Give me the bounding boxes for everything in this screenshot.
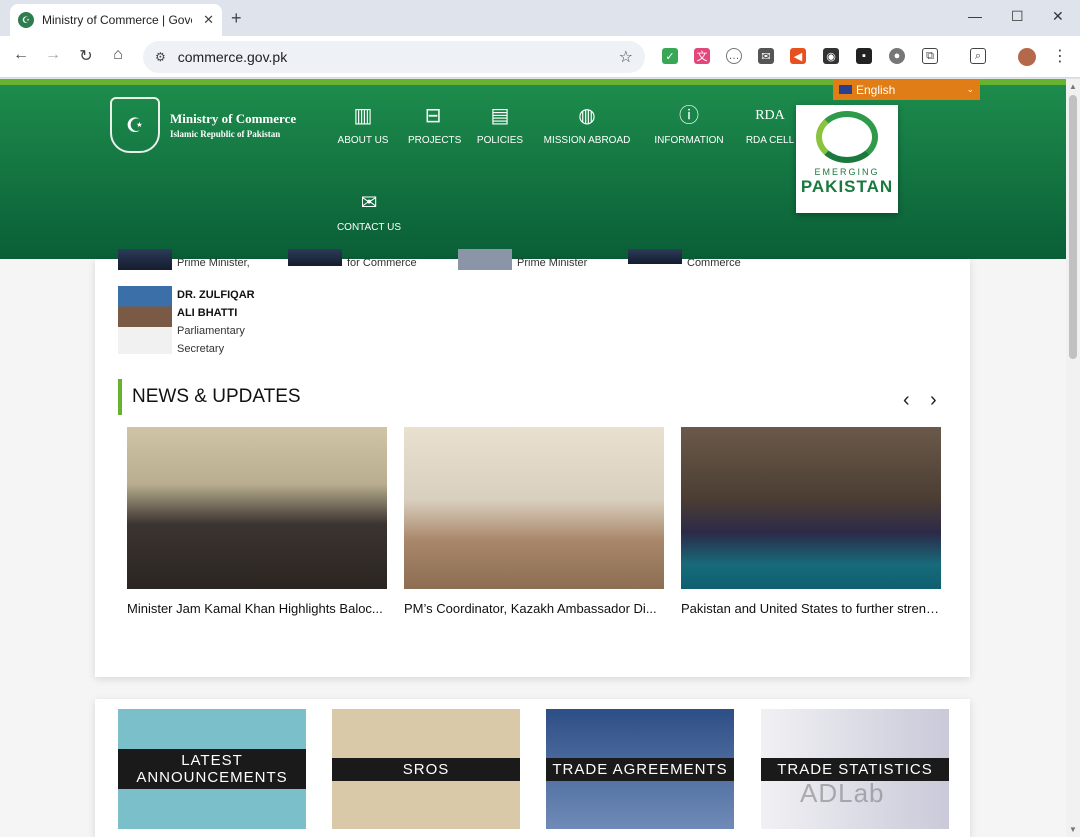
news-image bbox=[127, 427, 387, 589]
sros-tile[interactable]: SROS bbox=[332, 709, 520, 829]
news-heading: NEWS & UPDATES bbox=[118, 379, 301, 415]
site-header: ☪ Ministry of Commerce Islamic Republic … bbox=[0, 79, 1066, 259]
nav-rda-cell[interactable]: RDA RDA CELL bbox=[744, 103, 796, 146]
nav-policies[interactable]: ▤ POLICIES bbox=[475, 103, 525, 146]
minimize-button[interactable]: — bbox=[968, 8, 982, 24]
news-caption: Pakistan and United States to further st… bbox=[681, 601, 939, 616]
trade-agreements-tile[interactable]: TRADE AGREEMENTS bbox=[546, 709, 734, 829]
swirl-logo-icon bbox=[816, 111, 878, 163]
home-icon[interactable]: ⌂ bbox=[107, 46, 129, 64]
leader-photo bbox=[628, 249, 682, 264]
tab-title: Ministry of Commerce | Gove bbox=[42, 13, 192, 27]
browser-menu-icon[interactable]: ⋮ bbox=[1052, 48, 1068, 65]
logo-subtitle: Islamic Republic of Pakistan bbox=[170, 129, 281, 139]
new-tab-button[interactable]: + bbox=[231, 8, 242, 29]
uk-flag-icon bbox=[839, 85, 852, 94]
back-icon[interactable]: ← bbox=[10, 46, 32, 64]
news-image bbox=[681, 427, 941, 589]
leader-photo bbox=[288, 249, 342, 266]
nav-projects[interactable]: ⊟ PROJECTS bbox=[408, 103, 461, 146]
window-close-button[interactable]: ✕ bbox=[1052, 8, 1064, 25]
news-card[interactable]: PM’s Coordinator, Kazakh Ambassador Di..… bbox=[404, 427, 664, 616]
globe-icon: ◍ bbox=[578, 105, 596, 127]
tab-strip: ☪ Ministry of Commerce | Gove ✕ + — ☐ ✕ bbox=[0, 0, 1080, 36]
briefcase-icon: ⊟ bbox=[424, 105, 442, 127]
rda-icon: RDA bbox=[755, 108, 785, 123]
shield-extension-icon[interactable]: ✓ bbox=[662, 48, 678, 64]
url-text: commerce.gov.pk bbox=[177, 49, 288, 65]
nav-mission-abroad[interactable]: ◍ MISSION ABROAD bbox=[542, 103, 632, 146]
envelope-icon: ✉ bbox=[360, 192, 378, 214]
tab-close-icon[interactable]: ✕ bbox=[203, 12, 214, 28]
megaphone-extension-icon[interactable]: ◀ bbox=[790, 48, 806, 64]
news-caption: Minister Jam Kamal Khan Highlights Baloc… bbox=[127, 601, 383, 616]
bookmark-star-icon[interactable]: ☆ bbox=[619, 47, 633, 67]
news-caption: PM’s Coordinator, Kazakh Ambassador Di..… bbox=[404, 601, 657, 616]
site-info-icon[interactable]: ⚙ bbox=[155, 50, 166, 64]
nav-contact-us[interactable]: ✉ CONTACT US bbox=[335, 190, 403, 233]
document-icon: ▤ bbox=[490, 105, 510, 127]
scrollbar-thumb[interactable] bbox=[1069, 95, 1077, 359]
chat-extension-icon[interactable]: … bbox=[726, 48, 742, 64]
building-icon: ▥ bbox=[353, 105, 373, 127]
site-logo[interactable]: ☪ Ministry of Commerce Islamic Republic … bbox=[110, 97, 296, 153]
mail-extension-icon[interactable]: ✉ bbox=[758, 48, 774, 64]
puzzle-extensions-icon[interactable]: ⧉ bbox=[922, 48, 938, 64]
address-bar[interactable]: ⚙ commerce.gov.pk ☆ bbox=[143, 41, 645, 73]
news-prev-icon[interactable]: ‹ bbox=[903, 389, 910, 412]
logo-title: Ministry of Commerce bbox=[170, 111, 297, 126]
site-favicon-icon: ☪ bbox=[18, 12, 34, 28]
trade-statistics-tile[interactable]: TRADE STATISTICS bbox=[761, 709, 949, 829]
nav-information[interactable]: ⓘ INFORMATION bbox=[651, 103, 727, 146]
reload-icon[interactable]: ↻ bbox=[75, 46, 97, 66]
leader-photo bbox=[118, 286, 172, 354]
scroll-up-icon[interactable]: ▲ bbox=[1069, 82, 1077, 91]
state-emblem-icon: ☪ bbox=[110, 97, 160, 153]
watermark: ADLab bbox=[800, 778, 885, 808]
maximize-button[interactable]: ☐ bbox=[1011, 8, 1024, 25]
quick-links-card: LATEST ANNOUNCEMENTS SROS TRADE AGREEMEN… bbox=[95, 699, 970, 837]
grid-extension-icon[interactable]: ▪ bbox=[856, 48, 872, 64]
leader-photo bbox=[118, 249, 172, 270]
translate-extension-icon[interactable]: 文 bbox=[694, 48, 710, 64]
leader-photo bbox=[458, 249, 512, 270]
news-card[interactable]: Pakistan and United States to further st… bbox=[681, 427, 941, 616]
camera-extension-icon[interactable]: ◉ bbox=[823, 48, 839, 64]
nav-about-us[interactable]: ▥ ABOUT US bbox=[337, 103, 389, 146]
browser-toolbar: ← → ↻ ⌂ ⚙ commerce.gov.pk ☆ ✓ 文 … ✉ ◀ ◉ … bbox=[0, 36, 1080, 78]
profile-avatar[interactable] bbox=[1018, 48, 1036, 66]
emerging-pakistan-logo[interactable]: EMERGING PAKISTAN bbox=[796, 105, 898, 213]
page-viewport: ☪ Ministry of Commerce Islamic Republic … bbox=[0, 79, 1066, 837]
latest-announcements-tile[interactable]: LATEST ANNOUNCEMENTS bbox=[118, 709, 306, 829]
chevron-down-icon: ⌄ bbox=[966, 84, 974, 94]
browser-tab[interactable]: ☪ Ministry of Commerce | Gove ✕ bbox=[10, 4, 222, 36]
tab-search-icon[interactable]: ⌕ bbox=[970, 48, 986, 64]
forward-icon[interactable]: → bbox=[42, 46, 64, 64]
cloud-extension-icon[interactable]: ● bbox=[889, 48, 905, 64]
news-next-icon[interactable]: › bbox=[930, 389, 937, 412]
page-scrollbar[interactable]: ▲ ▼ bbox=[1066, 79, 1080, 837]
news-image bbox=[404, 427, 664, 589]
scroll-down-icon[interactable]: ▼ bbox=[1069, 825, 1077, 834]
language-selector[interactable]: English ⌄ bbox=[833, 79, 980, 100]
info-icon: ⓘ bbox=[679, 105, 699, 127]
news-card[interactable]: Minister Jam Kamal Khan Highlights Baloc… bbox=[127, 427, 387, 616]
